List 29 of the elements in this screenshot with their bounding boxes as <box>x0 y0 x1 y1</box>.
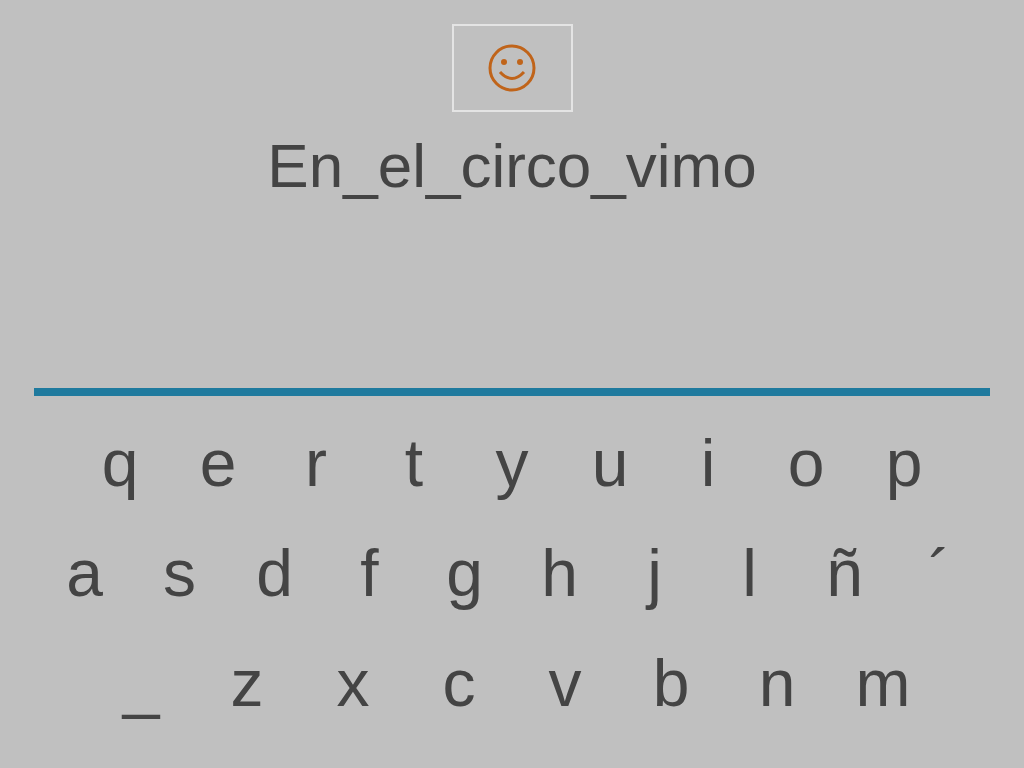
key-button[interactable]: ´ <box>892 533 987 613</box>
key-button[interactable]: i <box>659 423 757 503</box>
key-button[interactable]: e <box>169 423 267 503</box>
key-button[interactable]: h <box>512 533 607 613</box>
key-button[interactable]: l <box>702 533 797 613</box>
smiley-icon <box>487 43 537 93</box>
key-button[interactable]: m <box>830 643 936 723</box>
key-button[interactable]: n <box>724 643 830 723</box>
prompt-text: En_el_circo_vimo <box>267 130 757 202</box>
key-button[interactable]: _ <box>88 643 194 723</box>
key-button[interactable]: u <box>561 423 659 503</box>
key-button[interactable]: y <box>463 423 561 503</box>
key-button[interactable]: t <box>365 423 463 503</box>
key-button[interactable]: d <box>227 533 322 613</box>
key-button[interactable]: ñ <box>797 533 892 613</box>
key-button[interactable]: x <box>300 643 406 723</box>
key-button[interactable]: v <box>512 643 618 723</box>
key-button[interactable]: f <box>322 533 417 613</box>
key-button[interactable]: p <box>855 423 953 503</box>
key-button[interactable]: r <box>267 423 365 503</box>
key-button[interactable]: c <box>406 643 512 723</box>
key-button[interactable]: q <box>71 423 169 503</box>
key-button[interactable]: o <box>757 423 855 503</box>
key-button[interactable]: s <box>132 533 227 613</box>
key-button[interactable]: g <box>417 533 512 613</box>
key-button[interactable]: b <box>618 643 724 723</box>
key-button[interactable]: a <box>37 533 132 613</box>
key-button[interactable]: z <box>194 643 300 723</box>
key-button[interactable]: j <box>607 533 702 613</box>
